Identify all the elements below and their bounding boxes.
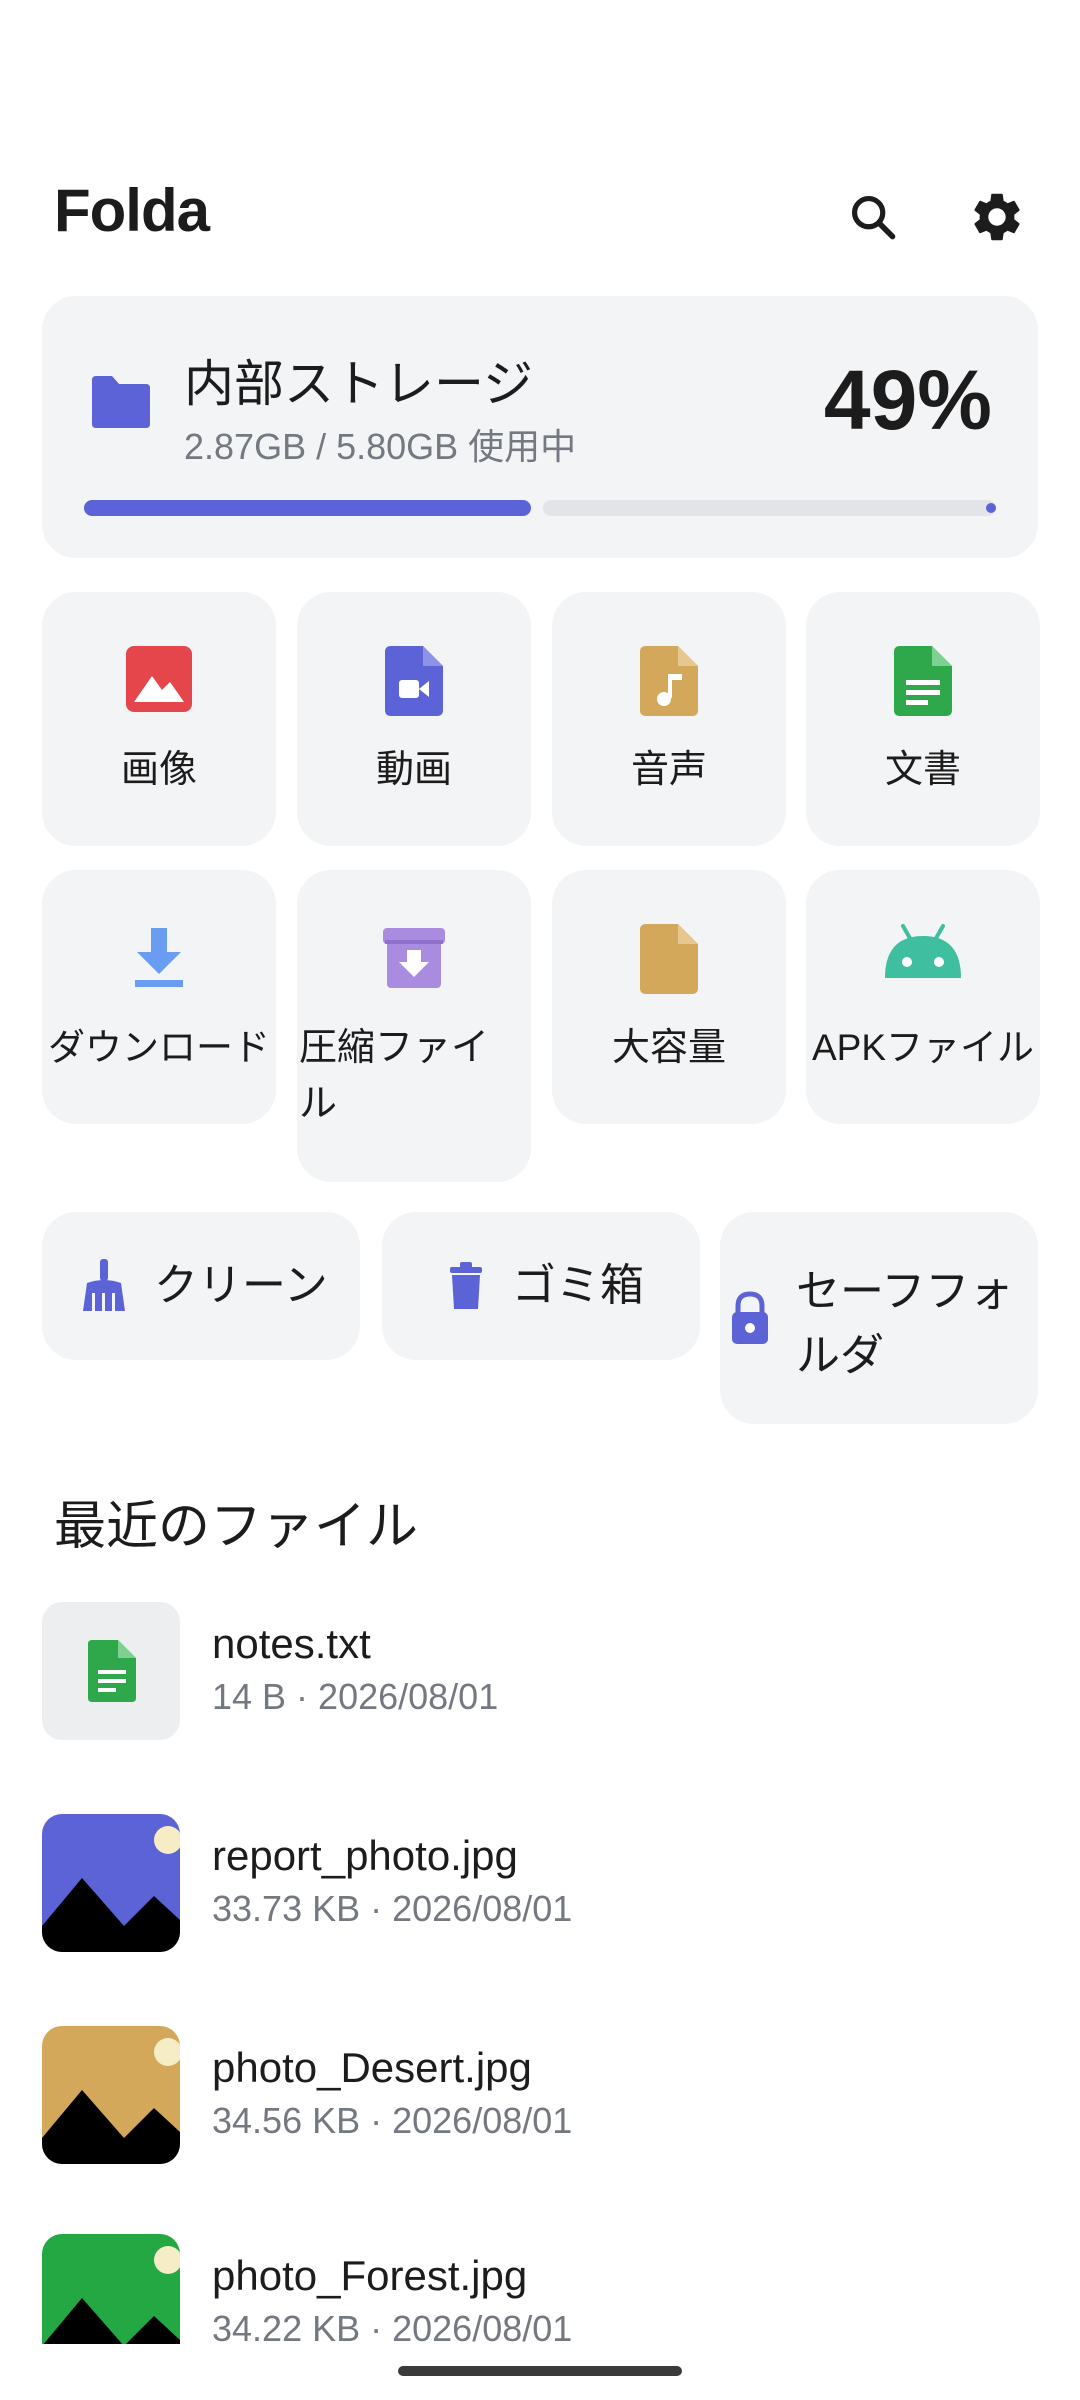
recent-files-title: 最近のファイル	[54, 1498, 419, 1556]
file-row[interactable]: photo_Desert.jpg 34.56 KB · 2026/08/01	[42, 2026, 1038, 2166]
file-meta: 14 B · 2026/08/01	[212, 1676, 499, 1717]
storage-progress-end-dot	[986, 503, 996, 513]
file-row[interactable]: report_photo.jpg 33.73 KB · 2026/08/01	[42, 1814, 1038, 1954]
storage-usage: 2.87GB / 5.80GB 使用中	[184, 426, 577, 467]
photo-thumbnail	[42, 2234, 180, 2344]
app-title: Folda	[54, 177, 210, 244]
file-meta: 34.22 KB · 2026/08/01	[212, 2308, 573, 2344]
category-label: 大容量	[611, 1027, 726, 1069]
document-icon	[42, 1602, 180, 1740]
category-images[interactable]: 画像	[42, 592, 276, 846]
category-videos[interactable]: 動画	[297, 592, 531, 846]
category-label: 音声	[630, 749, 707, 791]
file-meta: 34.56 KB · 2026/08/01	[212, 2100, 573, 2141]
category-audio[interactable]: 音声	[552, 592, 786, 846]
file-name: notes.txt	[212, 1620, 371, 1667]
file-row[interactable]: notes.txt 14 B · 2026/08/01	[42, 1602, 1038, 1742]
file-row[interactable]: photo_Forest.jpg 34.22 KB · 2026/08/01	[42, 2234, 1038, 2344]
category-documents[interactable]: 文書	[806, 592, 1040, 846]
category-label: 動画	[375, 749, 452, 791]
broom-icon	[74, 1256, 134, 1316]
home-indicator	[398, 2366, 682, 2376]
android-icon	[806, 922, 1040, 1002]
category-large-files[interactable]: 大容量	[552, 870, 786, 1124]
storage-progress-fill	[84, 500, 531, 516]
file-name: photo_Desert.jpg	[212, 2044, 532, 2091]
storage-card[interactable]: 内部ストレージ 2.87GB / 5.80GB 使用中 49%	[42, 296, 1038, 558]
file-name: report_photo.jpg	[212, 1832, 518, 1879]
clean-button[interactable]: クリーン	[42, 1212, 360, 1360]
storage-percent: 49%	[823, 353, 992, 447]
category-apk[interactable]: APKファイル	[806, 870, 1040, 1124]
category-label: APKファイル	[811, 1027, 1035, 1068]
category-label: ダウンロード	[48, 1027, 270, 1068]
audio-file-icon	[552, 644, 786, 724]
category-archives[interactable]: 圧縮ファイル	[297, 870, 531, 1182]
category-label: 画像	[120, 749, 197, 791]
file-name: photo_Forest.jpg	[212, 2252, 528, 2299]
video-file-icon	[297, 644, 531, 724]
download-icon	[42, 922, 276, 1002]
gear-icon[interactable]	[962, 182, 1032, 252]
storage-progress-bar	[84, 500, 996, 516]
photo-thumbnail	[42, 1814, 180, 1952]
safe-folder-label: セーフフォルダ	[796, 1267, 1014, 1380]
file-meta: 33.73 KB · 2026/08/01	[212, 1888, 573, 1929]
folder-icon	[88, 374, 154, 435]
storage-progress-remaining	[543, 500, 996, 516]
large-file-icon	[552, 922, 786, 1002]
archive-icon	[297, 922, 531, 1002]
recent-list-clip: photo_Forest.jpg 34.22 KB · 2026/08/01	[0, 2234, 1080, 2344]
lock-icon	[720, 1288, 780, 1348]
document-icon	[806, 644, 1040, 724]
photo-thumbnail	[42, 2026, 180, 2164]
trash-button[interactable]: ゴミ箱	[382, 1212, 700, 1360]
storage-title: 内部ストレージ	[184, 356, 533, 412]
search-icon[interactable]	[838, 182, 908, 252]
clean-label: クリーン	[154, 1261, 328, 1310]
trash-icon	[436, 1256, 496, 1316]
trash-label: ゴミ箱	[512, 1261, 644, 1310]
category-label: 文書	[884, 749, 961, 791]
app-bar: Folda	[0, 160, 1080, 270]
category-downloads[interactable]: ダウンロード	[42, 870, 276, 1124]
category-label: 圧縮ファイル	[299, 1027, 490, 1125]
image-icon	[42, 644, 276, 724]
safe-folder-button[interactable]: セーフフォルダ	[720, 1212, 1038, 1424]
